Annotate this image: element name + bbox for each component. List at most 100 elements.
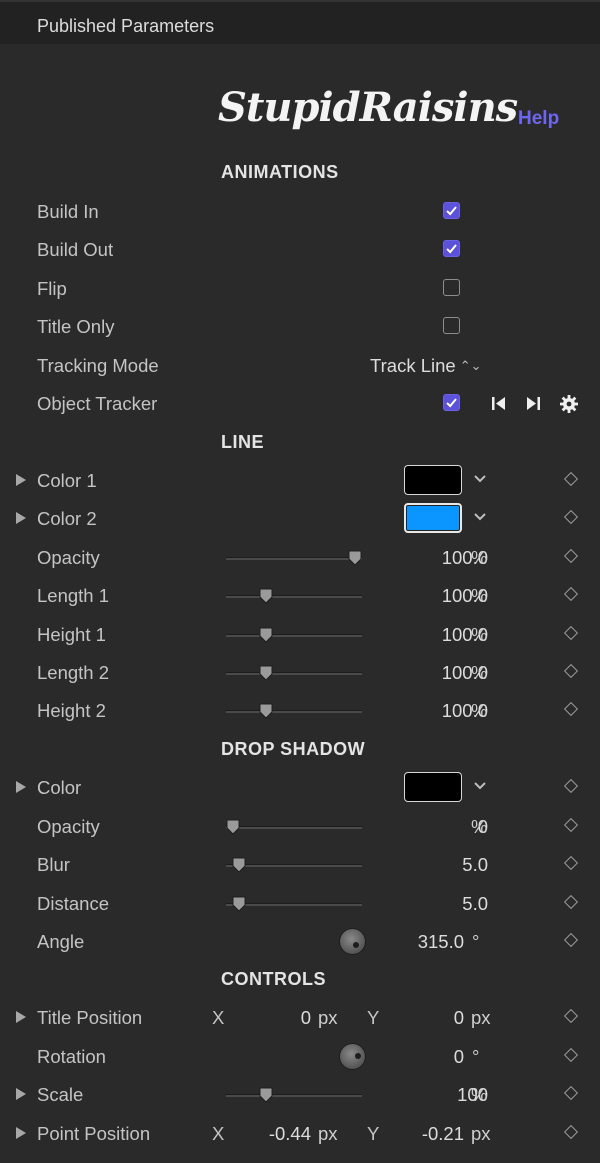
dial-indicator xyxy=(353,942,359,948)
keyframe-diamond-icon[interactable] xyxy=(563,1047,579,1063)
chevron-down-icon[interactable] xyxy=(473,781,487,791)
rotation-dial[interactable] xyxy=(339,1043,366,1070)
point-position-y-label: Y xyxy=(367,1123,380,1144)
point-position-x-unit: px xyxy=(318,1123,338,1144)
keyframe-diamond-icon[interactable] xyxy=(563,509,579,525)
rotation-value[interactable]: 0 xyxy=(454,1046,464,1068)
shadow-opacity-unit: % xyxy=(471,816,488,837)
build-in-checkbox[interactable] xyxy=(443,202,460,219)
row-line-color1: Color 1 xyxy=(0,462,600,500)
slider-thumb[interactable] xyxy=(259,627,273,643)
shadow-blur-value[interactable]: 5.0 xyxy=(462,854,488,876)
row-object-tracker: Object Tracker xyxy=(0,385,600,423)
point-position-label: Point Position xyxy=(37,1123,151,1144)
line-length1-slider[interactable] xyxy=(226,595,362,598)
disclosure-triangle-icon[interactable] xyxy=(16,781,26,793)
disclosure-triangle-icon[interactable] xyxy=(16,1011,26,1023)
row-shadow-angle: Angle 315.0 ° xyxy=(0,923,600,961)
slider-thumb[interactable] xyxy=(232,857,246,873)
rotation-label: Rotation xyxy=(37,1046,106,1067)
updown-chevron-icon: ⌃⌄ xyxy=(459,358,482,373)
keyframe-diamond-icon[interactable] xyxy=(563,548,579,564)
slider-thumb[interactable] xyxy=(226,819,240,835)
keyframe-diamond-icon[interactable] xyxy=(563,1124,579,1140)
title-position-y-unit: px xyxy=(471,1007,491,1028)
line-length2-slider[interactable] xyxy=(226,672,362,675)
title-only-checkbox[interactable] xyxy=(443,317,460,334)
scale-slider[interactable] xyxy=(226,1094,362,1097)
line-opacity-unit: % xyxy=(471,547,488,568)
point-position-x-value[interactable]: -0.44 xyxy=(269,1123,311,1145)
point-position-x-label: X xyxy=(212,1123,225,1144)
shadow-angle-value[interactable]: 315.0 xyxy=(418,931,464,953)
keyframe-diamond-icon[interactable] xyxy=(563,471,579,487)
shadow-distance-label: Distance xyxy=(37,893,109,914)
title-position-label: Title Position xyxy=(37,1007,143,1028)
row-line-length1: Length 1 100.0 % xyxy=(0,577,600,615)
row-line-color2: Color 2 xyxy=(0,500,600,538)
point-position-y-value[interactable]: -0.21 xyxy=(422,1123,464,1145)
keyframe-diamond-icon[interactable] xyxy=(563,778,579,794)
keyframe-diamond-icon[interactable] xyxy=(563,932,579,948)
shadow-distance-slider[interactable] xyxy=(226,903,362,906)
disclosure-triangle-icon[interactable] xyxy=(16,512,26,524)
row-line-opacity: Opacity 100.0 % xyxy=(0,539,600,577)
scale-label: Scale xyxy=(37,1084,84,1105)
keyframe-diamond-icon[interactable] xyxy=(563,663,579,679)
chevron-down-icon[interactable] xyxy=(473,512,487,522)
title-position-x-value[interactable]: 0 xyxy=(301,1007,311,1029)
disclosure-triangle-icon[interactable] xyxy=(16,1088,26,1100)
flip-checkbox[interactable] xyxy=(443,279,460,296)
row-shadow-opacity: Opacity 0 % xyxy=(0,808,600,846)
rotation-unit: ° xyxy=(472,1046,480,1067)
line-height2-slider[interactable] xyxy=(226,710,362,713)
object-tracker-checkbox[interactable] xyxy=(443,394,460,411)
slider-thumb[interactable] xyxy=(259,703,273,719)
line-color2-swatch[interactable] xyxy=(404,503,462,533)
gear-icon[interactable] xyxy=(559,394,579,414)
row-shadow-blur: Blur 5.0 xyxy=(0,846,600,884)
track-backward-icon[interactable] xyxy=(490,395,507,412)
chevron-down-icon[interactable] xyxy=(473,474,487,484)
disclosure-triangle-icon[interactable] xyxy=(16,1127,26,1139)
keyframe-diamond-icon[interactable] xyxy=(563,1008,579,1024)
slider-thumb[interactable] xyxy=(259,665,273,681)
keyframe-diamond-icon[interactable] xyxy=(563,894,579,910)
line-height1-slider[interactable] xyxy=(226,634,362,637)
build-out-checkbox[interactable] xyxy=(443,240,460,257)
help-link[interactable]: Help xyxy=(518,108,559,130)
disclosure-triangle-icon[interactable] xyxy=(16,474,26,486)
angle-dial[interactable] xyxy=(339,928,366,955)
tracking-mode-dropdown[interactable]: Track Line ⌃⌄ xyxy=(370,355,481,377)
slider-thumb[interactable] xyxy=(348,550,362,566)
slider-thumb[interactable] xyxy=(259,1087,273,1103)
row-line-length2: Length 2 100.0 % xyxy=(0,654,600,692)
line-length1-label: Length 1 xyxy=(37,585,110,606)
keyframe-diamond-icon[interactable] xyxy=(563,817,579,833)
shadow-color-swatch[interactable] xyxy=(404,772,462,802)
keyframe-diamond-icon[interactable] xyxy=(563,855,579,871)
shadow-blur-slider[interactable] xyxy=(226,864,362,867)
track-forward-icon[interactable] xyxy=(525,395,542,412)
keyframe-diamond-icon[interactable] xyxy=(563,625,579,641)
line-height2-unit: % xyxy=(471,700,488,721)
slider-thumb[interactable] xyxy=(232,896,246,912)
keyframe-diamond-icon[interactable] xyxy=(563,1085,579,1101)
line-height1-unit: % xyxy=(471,624,488,645)
keyframe-diamond-icon[interactable] xyxy=(563,701,579,717)
section-controls: CONTROLS xyxy=(221,969,326,989)
shadow-color-label: Color xyxy=(37,777,82,798)
line-color1-swatch[interactable] xyxy=(404,465,462,495)
title-position-y-value[interactable]: 0 xyxy=(454,1007,464,1029)
window-titlebar: Published Parameters xyxy=(0,0,600,46)
shadow-distance-value[interactable]: 5.0 xyxy=(462,893,488,915)
slider-thumb[interactable] xyxy=(259,588,273,604)
shadow-opacity-slider[interactable] xyxy=(226,826,362,829)
keyframe-diamond-icon[interactable] xyxy=(563,586,579,602)
tracking-mode-label: Tracking Mode xyxy=(37,355,159,376)
line-opacity-label: Opacity xyxy=(37,547,100,568)
row-shadow-color: Color xyxy=(0,769,600,807)
inspector-panel: StupidRaisins Help ANIMATIONS Build In B… xyxy=(0,44,600,1163)
line-opacity-slider[interactable] xyxy=(226,557,362,560)
line-length1-unit: % xyxy=(471,585,488,606)
